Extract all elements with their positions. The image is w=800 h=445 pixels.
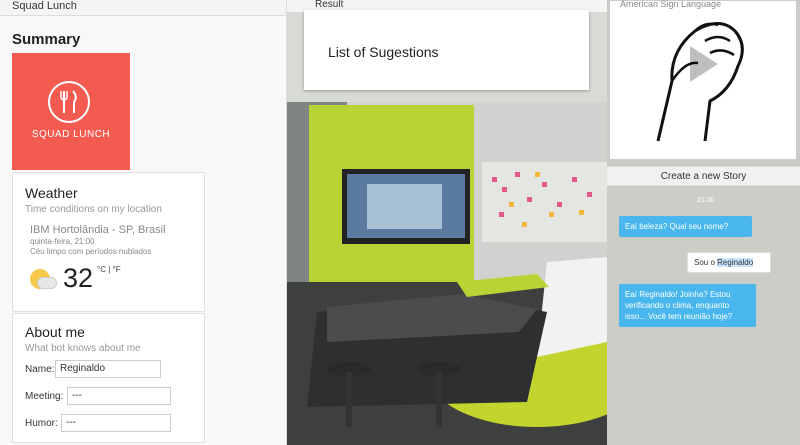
- meeting-label: Meeting:: [25, 391, 64, 402]
- humor-label: Humor:: [25, 418, 58, 429]
- result-panel: Result List of Sugestions: [287, 0, 607, 445]
- meeting-field[interactable]: ---: [67, 387, 171, 405]
- weather-datetime: quinta-feira, 21:00: [30, 237, 95, 246]
- temperature-units: °C | °F: [97, 265, 121, 274]
- chat-messages: 21:00 Eaí beleza? Qual seu nome? Sou o R…: [607, 187, 800, 445]
- create-story-button[interactable]: Create a new Story: [607, 166, 800, 186]
- about-title: About me: [25, 324, 85, 340]
- fork-knife-icon: [48, 81, 90, 123]
- unit-separator: |: [108, 265, 111, 274]
- name-label: Name:: [25, 364, 55, 375]
- user-message-text: Sou o: [694, 258, 718, 267]
- left-panel-header: Squad Lunch: [0, 0, 286, 16]
- suggestions-title: List of Sugestions: [328, 44, 439, 60]
- squad-lunch-logo: SQUAD LUNCH: [12, 53, 130, 170]
- bot-message: Eaí Reginaldo! Joinha? Estou verificando…: [619, 284, 756, 327]
- suggestions-card: List of Sugestions: [304, 10, 589, 90]
- unit-celsius[interactable]: °C: [97, 265, 106, 274]
- weather-location: IBM Hortolândia - SP, Brasil: [30, 224, 166, 236]
- play-icon[interactable]: [690, 46, 718, 82]
- chat-timestamp: 21:00: [697, 197, 715, 204]
- logo-text: SQUAD LUNCH: [31, 129, 111, 140]
- chat-panel: American Sign Language Create a new Stor…: [607, 0, 800, 445]
- humor-field[interactable]: ---: [61, 414, 171, 432]
- weather-title: Weather: [25, 185, 78, 201]
- unit-fahrenheit[interactable]: °F: [113, 265, 121, 274]
- summary-title: Summary: [12, 31, 81, 48]
- name-field[interactable]: Reginaldo: [55, 360, 161, 378]
- bot-message: Eaí beleza? Qual seu nome?: [619, 216, 752, 237]
- about-subtitle: What bot knows about me: [25, 343, 141, 354]
- asl-title: American Sign Language: [620, 0, 722, 9]
- sign-language-video[interactable]: American Sign Language: [609, 0, 797, 160]
- left-panel: Squad Lunch Summary SQUAD LUNCH Weather …: [0, 0, 287, 445]
- user-message: Sou o Reginaldo: [687, 252, 771, 273]
- weather-conditions: Céu limpo com períodos nublados: [30, 247, 152, 256]
- user-message-highlight: Reginaldo: [717, 258, 754, 267]
- cloud-icon: [37, 277, 57, 289]
- temperature-value: 32: [63, 263, 94, 293]
- about-me-card: About me What bot knows about me Name: R…: [12, 313, 205, 443]
- weather-subtitle: Time conditions on my location: [25, 204, 162, 215]
- weather-card: Weather Time conditions on my location I…: [12, 172, 205, 312]
